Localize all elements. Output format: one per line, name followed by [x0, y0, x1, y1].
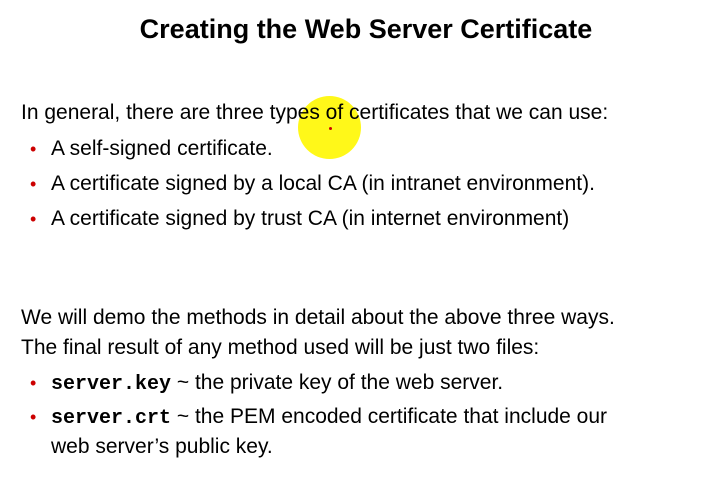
slide-title: Creating the Web Server Certificate [139, 14, 593, 44]
cursor-dot-icon [329, 127, 332, 130]
file-name: server.key [51, 373, 172, 396]
slide: Creating the Web Server Certificate In g… [0, 0, 718, 481]
list-item-text: server.key ~ the private key of the web … [51, 371, 503, 397]
list-item-text: A self-signed certificate. [51, 137, 273, 160]
bullet-icon: • [30, 174, 37, 194]
list-item-text: A certificate signed by trust CA (in int… [51, 207, 570, 230]
file-description: ~ the PEM encoded certificate that inclu… [171, 405, 608, 428]
list-item-text: server.crt ~ the PEM encoded certificate… [51, 405, 607, 431]
bullet-icon: • [30, 209, 37, 229]
bullet-icon: • [30, 139, 37, 159]
bullet-icon: • [30, 373, 37, 393]
file-description: ~ the private key of the web server. [171, 371, 504, 394]
file-name: server.crt [51, 407, 172, 430]
list-item-text: A certificate signed by a local CA (in i… [51, 172, 595, 195]
file-description-continued: web server’s public key. [51, 435, 273, 458]
demo-text-line-2: The final result of any method used will… [21, 336, 540, 359]
demo-text-line-1: We will demo the methods in detail about… [21, 306, 615, 329]
bullet-icon: • [30, 407, 37, 427]
